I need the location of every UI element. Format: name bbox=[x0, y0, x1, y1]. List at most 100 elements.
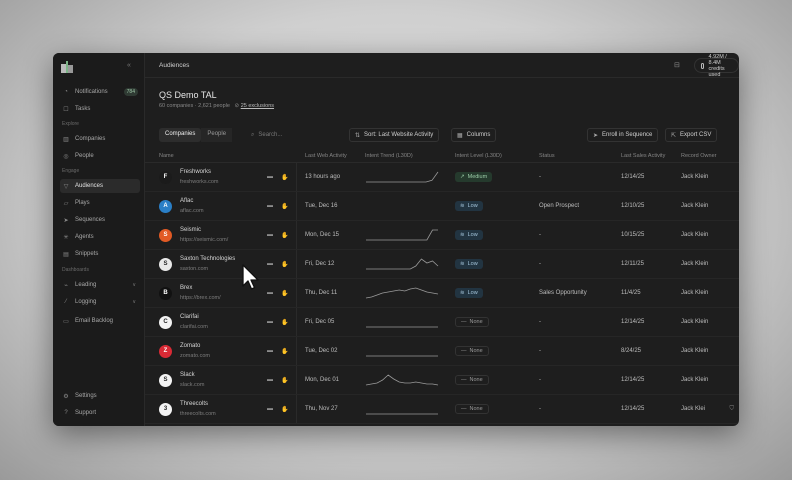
video-icon[interactable]: ▬ bbox=[267, 203, 273, 210]
table-body: F Freshworks freshworks.com ▬ ✋ 13 hours… bbox=[145, 163, 739, 424]
sidebar-item-sequences[interactable]: ➤ Sequences bbox=[60, 213, 140, 227]
sidebar-item-notifications[interactable]: ◔ Notifications 784 bbox=[60, 85, 140, 99]
hand-icon[interactable]: ✋ bbox=[281, 232, 288, 239]
sidebar-item-leading[interactable]: ⌁ Leading ∨ bbox=[60, 278, 140, 292]
table-row[interactable]: C Clarifai clarifai.com ▬ ✋ Fri, Dec 05 … bbox=[145, 308, 739, 337]
video-icon[interactable]: ▬ bbox=[267, 406, 273, 413]
table-row[interactable]: F Freshworks freshworks.com ▬ ✋ 13 hours… bbox=[145, 163, 739, 192]
hand-icon[interactable]: ✋ bbox=[281, 174, 288, 181]
inbox-icon[interactable]: ⊟ bbox=[674, 61, 680, 69]
columns-button[interactable]: ▦ Columns bbox=[451, 128, 497, 142]
table-row[interactable]: S Slack slack.com ▬ ✋ Mon, Dec 01 — None… bbox=[145, 366, 739, 395]
company-url[interactable]: saxton.com bbox=[180, 266, 235, 272]
sidebar-item-audiences[interactable]: ▽ Audiences bbox=[60, 179, 140, 193]
trend-sparkline bbox=[365, 287, 439, 299]
app-logo-icon[interactable] bbox=[60, 60, 74, 74]
company-name[interactable]: Freshworks bbox=[180, 169, 219, 175]
sidebar-item-tasks[interactable]: ☐ Tasks bbox=[60, 102, 140, 116]
enroll-sequence-button[interactable]: ➤ Enroll in Sequence bbox=[587, 128, 659, 142]
intent-label: Low bbox=[467, 232, 478, 238]
company-name[interactable]: Aflac bbox=[180, 198, 204, 204]
sidebar-item-plays[interactable]: ▱ Plays bbox=[60, 196, 140, 210]
video-icon[interactable]: ▬ bbox=[267, 174, 273, 181]
sidebar-item-support[interactable]: ? Support bbox=[60, 406, 140, 420]
cell-name: F Freshworks freshworks.com ▬ ✋ bbox=[145, 163, 297, 191]
company-url[interactable]: slack.com bbox=[180, 382, 204, 388]
breadcrumb[interactable]: Audiences bbox=[159, 62, 189, 69]
sort-icon: ⇅ bbox=[355, 132, 361, 139]
col-header-status[interactable]: Status bbox=[535, 153, 617, 159]
col-header-intent-trend[interactable]: Intent Trend (L30D) bbox=[361, 153, 451, 159]
intent-label: None bbox=[469, 406, 483, 412]
intent-pill: ↗ Medium bbox=[455, 172, 493, 182]
company-url[interactable]: aflac.com bbox=[180, 208, 204, 214]
search-input[interactable]: ⌕ Search... bbox=[251, 128, 347, 142]
table-row[interactable]: S Saxton Technologies saxton.com ▬ ✋ Fri… bbox=[145, 250, 739, 279]
company-url[interactable]: clarifai.com bbox=[180, 324, 208, 330]
video-icon[interactable]: ▬ bbox=[267, 232, 273, 239]
col-header-record-owner[interactable]: Record Owner bbox=[681, 153, 739, 159]
company-name[interactable]: Threecolts bbox=[180, 401, 216, 407]
video-icon[interactable]: ▬ bbox=[267, 290, 273, 297]
sidebar-item-companies[interactable]: ▥ Companies bbox=[60, 132, 140, 146]
tab-people[interactable]: People bbox=[201, 128, 233, 142]
company-url[interactable]: zomato.com bbox=[180, 353, 210, 359]
export-csv-button[interactable]: ⇱ Export CSV bbox=[665, 128, 718, 142]
video-icon[interactable]: ▬ bbox=[267, 348, 273, 355]
intent-pill: — None bbox=[455, 317, 489, 327]
table-row[interactable]: S Seismic https://seismic.com/ ▬ ✋ Mon, … bbox=[145, 221, 739, 250]
cell-intent-level: ≋ Low bbox=[451, 259, 535, 269]
sidebar-item-label: Tasks bbox=[75, 106, 91, 112]
col-header-last-web[interactable]: Last Web Activity bbox=[297, 153, 361, 159]
hand-icon[interactable]: ✋ bbox=[281, 261, 288, 268]
hand-icon[interactable]: ✋ bbox=[281, 290, 288, 297]
snippet-icon: ▤ bbox=[63, 251, 69, 258]
company-name[interactable]: Slack bbox=[180, 372, 204, 378]
table-row[interactable]: 3 Threecolts threecolts.com ▬ ✋ Thu, Nov… bbox=[145, 395, 739, 424]
col-header-last-sales[interactable]: Last Sales Activity bbox=[617, 153, 681, 159]
sidebar-item-label: Support bbox=[75, 410, 97, 416]
intent-icon: — bbox=[461, 348, 467, 354]
sidebar-item-snippets[interactable]: ▤ Snippets bbox=[60, 247, 140, 261]
cell-status: Sales Opportunity bbox=[539, 290, 587, 296]
company-text: Zomato zomato.com bbox=[180, 343, 210, 359]
search-placeholder: Search... bbox=[258, 132, 283, 138]
col-header-intent-level[interactable]: Intent Level (L30D) bbox=[451, 153, 535, 159]
table-row[interactable]: A Aflac aflac.com ▬ ✋ Tue, Dec 16 ≋ Low … bbox=[145, 192, 739, 221]
company-url[interactable]: threecolts.com bbox=[180, 411, 216, 417]
columns-icon: ▦ bbox=[457, 132, 463, 139]
company-name[interactable]: Clarifai bbox=[180, 314, 208, 320]
video-icon[interactable]: ▬ bbox=[267, 319, 273, 326]
sidebar-item-people[interactable]: ◎ People bbox=[60, 149, 140, 163]
row-actions: ▬ ✋ bbox=[267, 406, 288, 413]
hand-icon[interactable]: ✋ bbox=[281, 406, 288, 413]
company-name[interactable]: Brex bbox=[180, 285, 221, 291]
table-row[interactable]: B Brex https://brex.com/ ▬ ✋ Thu, Dec 11… bbox=[145, 279, 739, 308]
company-name[interactable]: Seismic bbox=[180, 227, 228, 233]
company-url[interactable]: https://brex.com/ bbox=[180, 295, 221, 301]
row-actions: ▬ ✋ bbox=[267, 348, 288, 355]
table-row[interactable]: Z Zomato zomato.com ▬ ✋ Tue, Dec 02 — No… bbox=[145, 337, 739, 366]
sidebar-item-settings[interactable]: ⚙ Settings bbox=[60, 389, 140, 403]
sidebar-item-agents[interactable]: ✳ Agents bbox=[60, 230, 140, 244]
hand-icon[interactable]: ✋ bbox=[281, 203, 288, 210]
credits-indicator[interactable]: 4.92M / 8.4M credits used bbox=[694, 54, 739, 78]
company-url[interactable]: https://seismic.com/ bbox=[180, 237, 228, 243]
hand-icon[interactable]: ✋ bbox=[281, 377, 288, 384]
company-name[interactable]: Zomato bbox=[180, 343, 210, 349]
video-icon[interactable]: ▬ bbox=[267, 377, 273, 384]
hand-icon[interactable]: ✋ bbox=[281, 319, 288, 326]
sidebar-item-logging[interactable]: ⁄ Logging ∨ bbox=[60, 295, 140, 309]
cell-last-sales: 12/10/25 bbox=[621, 203, 645, 209]
company-url[interactable]: freshworks.com bbox=[180, 179, 219, 185]
exclusions-link[interactable]: 25 exclusions bbox=[241, 103, 274, 109]
company-name[interactable]: Saxton Technologies bbox=[180, 256, 235, 262]
video-icon[interactable]: ▬ bbox=[267, 261, 273, 268]
sort-button[interactable]: ⇅ Sort: Last Website Activity bbox=[349, 128, 440, 142]
col-header-name[interactable]: Name bbox=[145, 149, 297, 162]
tab-companies[interactable]: Companies bbox=[159, 128, 202, 142]
collapse-sidebar-icon[interactable]: « bbox=[127, 62, 131, 69]
columns-label: Columns bbox=[466, 132, 491, 138]
hand-icon[interactable]: ✋ bbox=[281, 348, 288, 355]
sidebar-item-email-backlog[interactable]: ▭ Email Backlog bbox=[60, 314, 140, 328]
